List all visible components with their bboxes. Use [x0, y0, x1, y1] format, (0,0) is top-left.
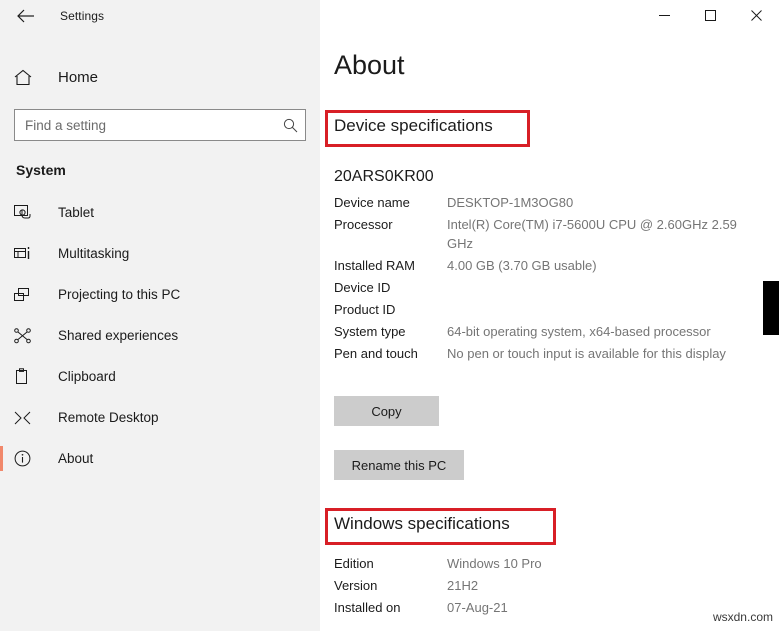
shared-experiences-icon [14, 327, 40, 344]
spec-label: Product ID [334, 302, 396, 317]
spec-label: Installed on [334, 600, 401, 615]
sidebar-item-about[interactable]: About [0, 438, 320, 479]
main-content: About Device specifications 20ARS0KR00 D… [320, 0, 779, 631]
sidebar-section-title: System [16, 162, 66, 178]
spec-value: Intel(R) Core(TM) i7-5600U CPU @ 2.60GHz… [447, 217, 737, 251]
device-model-name: 20ARS0KR00 [334, 168, 434, 185]
spec-label: Installed RAM [334, 258, 415, 273]
window-controls [641, 0, 779, 31]
device-specifications-heading: Device specifications [334, 116, 493, 135]
search-box[interactable] [14, 109, 306, 141]
multitasking-icon [14, 246, 40, 262]
tablet-icon [14, 204, 40, 221]
table-row: Edition Windows 10 Pro [334, 554, 764, 573]
table-row: Pen and touch No pen or touch input is a… [334, 344, 764, 363]
maximize-button[interactable] [687, 0, 733, 31]
sidebar-item-clipboard[interactable]: Clipboard [0, 356, 320, 397]
close-button[interactable] [733, 0, 779, 31]
table-row: Device ID [334, 278, 764, 297]
table-row: System type 64-bit operating system, x64… [334, 322, 764, 341]
spec-label: Version [334, 578, 378, 593]
spec-value: 4.00 GB (3.70 GB usable) [447, 258, 597, 273]
windows-specifications-table: Edition Windows 10 Pro Version 21H2 Inst… [334, 554, 764, 620]
table-row: Processor Intel(R) Core(TM) i7-5600U CPU… [334, 215, 764, 253]
sidebar-item-label: About [58, 451, 94, 466]
info-circle-icon [14, 450, 40, 467]
home-icon [14, 69, 40, 86]
minimize-button[interactable] [641, 0, 687, 31]
sidebar-item-label: Multitasking [58, 246, 130, 261]
clipboard-icon [14, 368, 40, 385]
spec-value: DESKTOP-1M3OG80 [447, 195, 574, 210]
home-label: Home [58, 68, 99, 86]
sidebar-item-label: Clipboard [58, 369, 116, 384]
rename-this-pc-button[interactable]: Rename this PC [334, 450, 464, 480]
search-icon[interactable] [275, 118, 305, 133]
spec-value: Windows 10 Pro [447, 556, 542, 571]
sidebar-nav-list: Tablet Multitasking Projecting to this P… [0, 192, 320, 479]
table-row: Product ID [334, 300, 764, 319]
sidebar-item-label: Projecting to this PC [58, 287, 181, 302]
app-title: Settings [60, 8, 105, 23]
sidebar-item-projecting[interactable]: Projecting to this PC [0, 274, 320, 315]
projecting-icon [14, 287, 40, 303]
windows-specifications-heading: Windows specifications [334, 514, 510, 533]
spec-label: Device name [334, 195, 410, 210]
device-specifications-table: Device name DESKTOP-1M3OG80 Processor In… [334, 193, 764, 366]
spec-value: No pen or touch input is available for t… [447, 346, 726, 361]
sidebar-item-home[interactable]: Home [0, 57, 320, 97]
sidebar-header: Settings [0, 0, 320, 31]
sidebar-item-multitasking[interactable]: Multitasking [0, 233, 320, 274]
sidebar-item-label: Tablet [58, 205, 95, 220]
sidebar-item-label: Remote Desktop [58, 410, 159, 425]
search-input[interactable] [15, 110, 275, 140]
table-row: Installed on 07-Aug-21 [334, 598, 764, 617]
table-row: Version 21H2 [334, 576, 764, 595]
sidebar-item-remote-desktop[interactable]: Remote Desktop [0, 397, 320, 438]
sidebar-item-shared-experiences[interactable]: Shared experiences [0, 315, 320, 356]
back-arrow-icon[interactable] [10, 0, 42, 31]
spec-label: Pen and touch [334, 346, 418, 361]
remote-desktop-icon [14, 410, 40, 426]
copy-button[interactable]: Copy [334, 396, 439, 426]
spec-label: Device ID [334, 280, 391, 295]
settings-window: Settings Home System [0, 0, 779, 631]
spec-label: Edition [334, 556, 374, 571]
sidebar-item-tablet[interactable]: Tablet [0, 192, 320, 233]
redaction-overlay [763, 281, 779, 335]
page-title: About [334, 50, 405, 80]
spec-label: System type [334, 324, 406, 339]
table-row: Device name DESKTOP-1M3OG80 [334, 193, 764, 212]
watermark: wsxdn.com [712, 610, 773, 624]
table-row: Installed RAM 4.00 GB (3.70 GB usable) [334, 256, 764, 275]
spec-value: 64-bit operating system, x64-based proce… [447, 324, 711, 339]
spec-value: 21H2 [447, 578, 479, 593]
sidebar-item-label: Shared experiences [58, 328, 179, 343]
spec-label: Processor [334, 217, 393, 232]
sidebar: Settings Home System [0, 0, 320, 631]
